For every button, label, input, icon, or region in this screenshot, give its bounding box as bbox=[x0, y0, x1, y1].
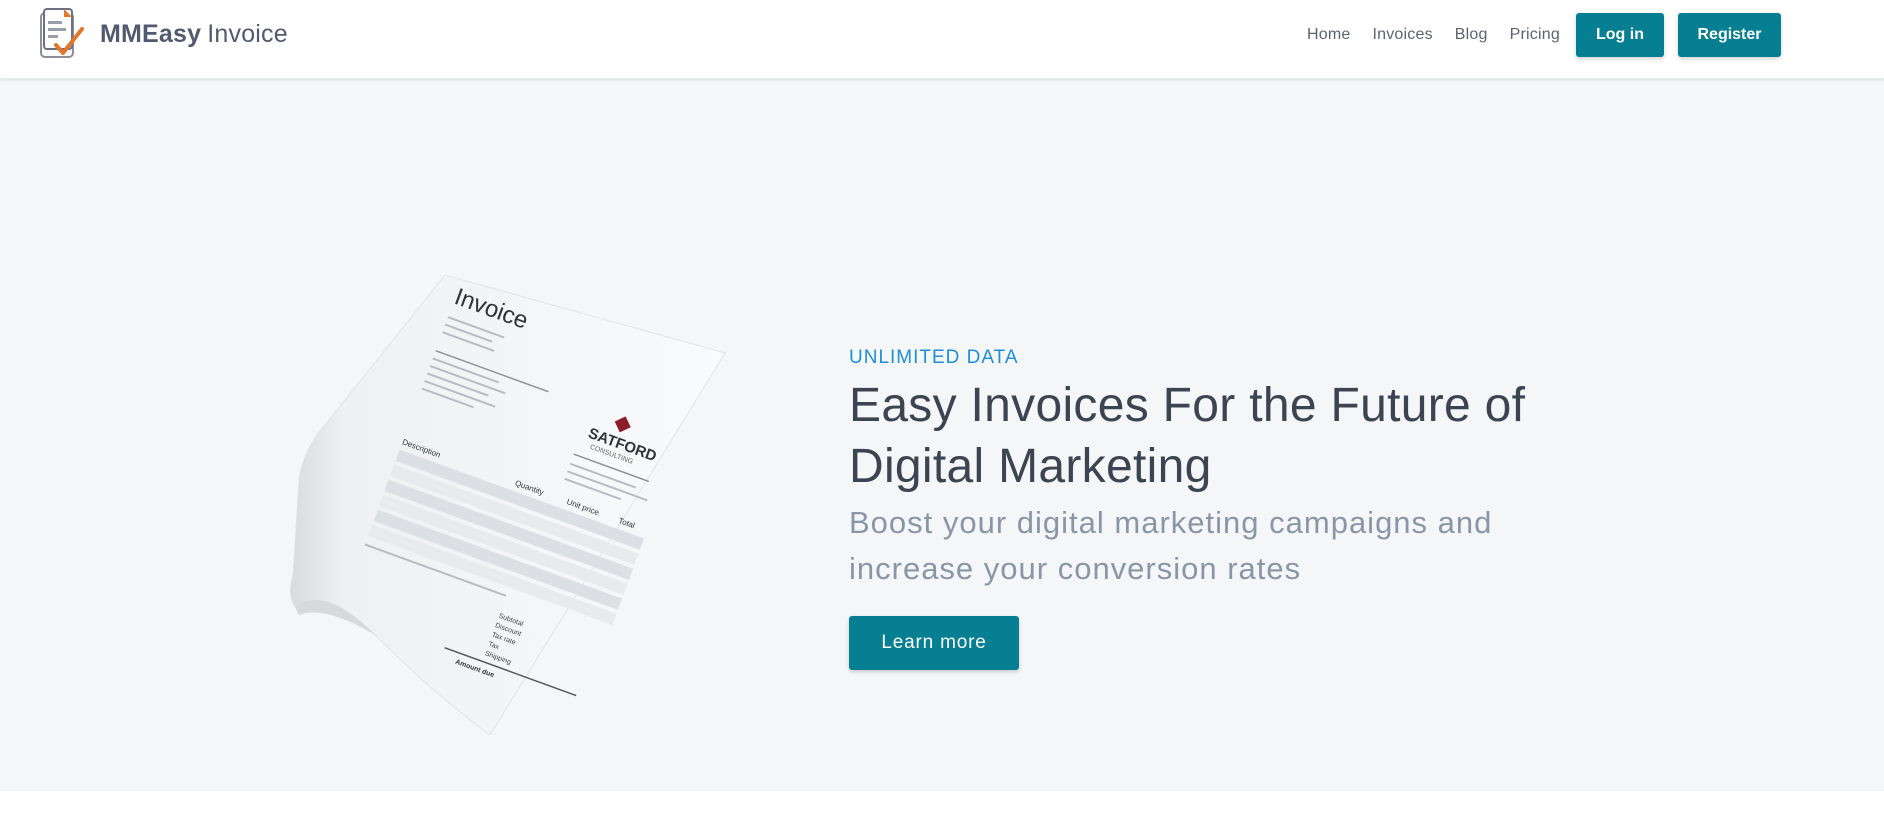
hero-eyebrow: UNLIMITED DATA bbox=[849, 347, 1019, 368]
brand-link[interactable]: MMEasy Invoice bbox=[38, 5, 288, 63]
invoice-paper-image: Invoice SATFORD CONSULTING Description Q… bbox=[289, 274, 726, 736]
main-nav: Home Invoices Blog Pricing bbox=[1307, 13, 1560, 57]
register-button[interactable]: Register bbox=[1678, 13, 1781, 57]
invoice-illustration: Invoice SATFORD CONSULTING Description Q… bbox=[285, 274, 730, 736]
nav-link-invoices[interactable]: Invoices bbox=[1372, 26, 1432, 44]
brand-name-light: Invoice bbox=[207, 19, 288, 48]
nav-link-pricing[interactable]: Pricing bbox=[1510, 26, 1560, 44]
brand-name: MMEasy Invoice bbox=[100, 20, 288, 49]
invoice-col-total: Total bbox=[617, 516, 636, 530]
below-hero-area bbox=[0, 791, 1884, 835]
top-navbar: MMEasy Invoice Home Invoices Blog Pricin… bbox=[0, 0, 1884, 79]
hero-text-block: UNLIMITED DATA Easy Invoices For the Fut… bbox=[849, 347, 1529, 592]
invoice-checkmark-logo-icon bbox=[40, 8, 84, 58]
nav-link-blog[interactable]: Blog bbox=[1455, 26, 1488, 44]
hero-headline-light: Easy Invoices For the bbox=[849, 379, 1331, 432]
learn-more-button[interactable]: Learn more bbox=[849, 616, 1019, 670]
hero-headline: Easy Invoices For the Future of Digital … bbox=[849, 375, 1529, 497]
hero-subhead: Boost your digital marketing campaigns a… bbox=[849, 505, 1493, 586]
brand-name-strong: MMEasy bbox=[100, 19, 202, 48]
hero-section: Invoice SATFORD CONSULTING Description Q… bbox=[0, 79, 1884, 791]
nav-link-home[interactable]: Home bbox=[1307, 26, 1350, 44]
login-button[interactable]: Log in bbox=[1576, 13, 1664, 57]
